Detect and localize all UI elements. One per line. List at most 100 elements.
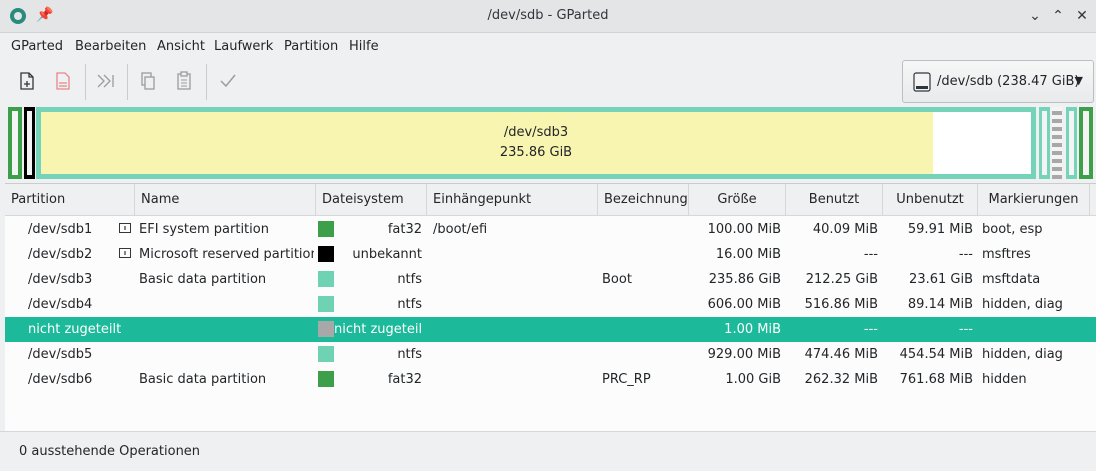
cell-size: 929.00 MiB [707,347,781,362]
menu-hilfe[interactable]: Hilfe [349,39,379,54]
cell-partition: /dev/sdb3 [28,272,93,287]
status-bar: 0 ausstehende Operationen [0,431,1096,471]
cell-unused: 454.54 MiB [899,347,973,362]
cell-mountpoint [433,242,593,267]
window-title: /dev/sdb - GParted [487,8,609,23]
harddisk-icon [913,72,931,92]
partition-block-size: 235.86 GiB [499,145,573,160]
cell-label [602,317,687,342]
filesystem-color-swatch [318,246,334,262]
cell-flags: msftdata [982,272,1041,287]
column-label[interactable]: Bezeichnung [598,184,689,216]
cell-size: 235.86 GiB [708,272,781,287]
cell-mountpoint: /boot/efi [433,222,488,237]
cell-name: Basic data partition [139,272,267,287]
cell-size: 1.00 GiB [725,372,781,387]
table-row[interactable]: /dev/sdb5 ntfs 929.00 MiB 474.46 MiB 454.54 … [5,342,1096,367]
device-selector[interactable]: /dev/sdb (238.47 GiB) ▼ [902,60,1094,103]
column-size[interactable]: Größe [689,184,786,216]
cell-name: Microsoft reserved partition [139,247,314,262]
table-row[interactable]: /dev/sdb4 ntfs 606.00 MiB 516.86 MiB 89.14 M… [5,292,1096,317]
cell-used: 474.46 MiB [804,347,878,362]
filesystem-color-swatch [318,371,334,387]
cell-name [139,342,314,367]
partition-table: Partition Name Dateisystem Einhängepunkt… [5,183,1096,431]
column-name[interactable]: Name [135,184,316,216]
info-icon [119,223,131,235]
warning-icon [119,248,131,260]
minimize-icon[interactable]: ⌄ [1025,6,1045,26]
partition-block-sdb1[interactable] [8,107,22,179]
column-mountpoint[interactable]: Einhängepunkt [427,184,598,216]
cell-filesystem: ntfs [397,297,422,312]
paste-icon[interactable] [171,68,197,94]
cell-used: 262.32 MiB [804,372,878,387]
gparted-window: 📌 /dev/sdb - GParted ⌄ ⌃ ✕ GParted Bearb… [0,0,1096,471]
chevron-down-icon: ▼ [1074,74,1083,87]
toolbar-separator [127,64,128,100]
cell-filesystem: ntfs [397,272,422,287]
partition-free-area [933,112,1031,174]
cell-partition: /dev/sdb1 [28,222,93,237]
resize-move-icon[interactable] [93,68,119,94]
cell-filesystem: ntfs [397,347,422,362]
cell-filesystem: nicht zugeteilt [334,322,422,337]
column-used[interactable]: Benutzt [786,184,883,216]
column-partition[interactable]: Partition [5,184,135,216]
cell-unused: 761.68 MiB [899,372,973,387]
table-row[interactable]: /dev/sdb6 Basic data partition fat32 PRC_RP… [5,367,1096,392]
partition-block-sdb2[interactable] [24,107,35,179]
cell-flags: msftres [982,247,1031,262]
delete-partition-icon[interactable] [50,68,76,94]
cell-flags: hidden, diag [982,297,1063,312]
cell-used: 40.09 MiB [812,222,878,237]
cell-mountpoint [433,292,593,317]
filesystem-color-swatch [318,271,334,287]
column-unused[interactable]: Unbenutzt [883,184,978,216]
partition-block-sdb6[interactable] [1079,107,1093,179]
filesystem-color-swatch [318,346,334,362]
cell-used: 212.25 GiB [805,272,878,287]
column-filesystem[interactable]: Dateisystem [316,184,427,216]
cell-partition: /dev/sdb5 [28,347,93,362]
cell-label [602,342,687,367]
column-flags[interactable]: Markierungen [978,184,1090,216]
menu-gparted[interactable]: GParted [11,39,63,54]
apply-icon[interactable] [215,68,241,94]
cell-flags: hidden [982,372,1027,387]
menu-bar: GParted Bearbeiten Ansicht Laufwerk Part… [0,34,1096,58]
cell-name [139,292,314,317]
partition-used-area [41,112,933,174]
menu-bearbeiten[interactable]: Bearbeiten [75,39,146,54]
cell-unused: --- [958,322,973,337]
cell-label [602,242,687,267]
cell-flags: hidden, diag [982,347,1063,362]
menu-ansicht[interactable]: Ansicht [157,39,205,54]
cell-mountpoint [433,317,593,342]
new-partition-icon[interactable] [14,68,40,94]
toolbar-separator [85,64,86,100]
cell-filesystem: fat32 [387,222,422,237]
cell-unused: --- [958,247,973,262]
menu-laufwerk[interactable]: Laufwerk [214,39,273,54]
cell-label [602,292,687,317]
menu-partition[interactable]: Partition [284,39,338,54]
partition-block-sdb3[interactable]: /dev/sdb3 235.86 GiB [36,107,1036,179]
table-row[interactable]: /dev/sdb3 Basic data partition ntfs Boot 235… [5,267,1096,292]
cell-mountpoint [433,342,593,367]
partition-block-sdb4[interactable] [1039,107,1050,179]
unallocated-block[interactable] [1052,107,1062,179]
pending-operations-text: 0 ausstehende Operationen [19,444,201,459]
table-row[interactable]: /dev/sdb2 Microsoft reserved partition unb… [5,242,1096,267]
table-row[interactable]: /dev/sdb1 EFI system partition fat32/boot/… [5,217,1096,242]
copy-icon[interactable] [135,68,161,94]
device-label: /dev/sdb (238.47 GiB) [937,74,1080,89]
cell-unused: 89.14 MiB [907,297,973,312]
maximize-icon[interactable]: ⌃ [1048,6,1068,26]
close-icon[interactable]: ✕ [1072,6,1092,26]
partition-block-sdb5[interactable] [1066,107,1077,179]
cell-used: --- [863,247,878,262]
table-row[interactable]: nicht zugeteilt nicht zugeteilt 1.00 MiB --… [5,317,1096,342]
filesystem-color-swatch [318,321,334,337]
filesystem-color-swatch [318,296,334,312]
